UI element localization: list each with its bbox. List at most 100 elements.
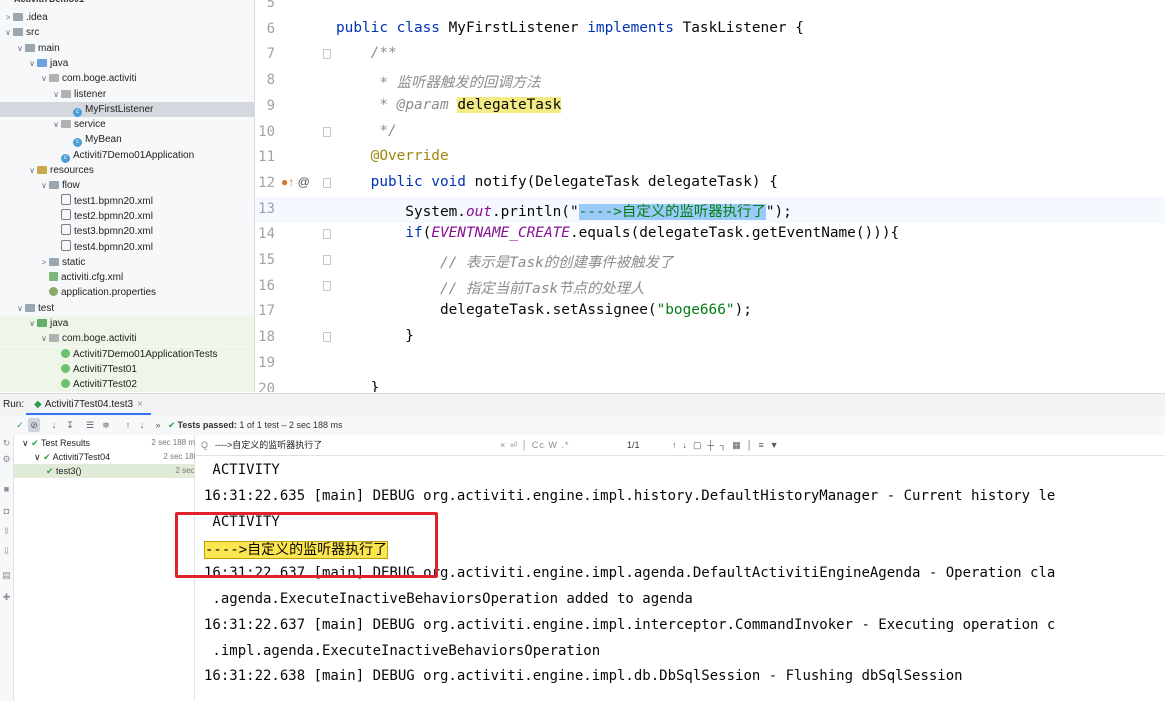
- rerun-icon[interactable]: ↻: [2, 439, 11, 448]
- prev-failed-icon[interactable]: ↑: [122, 418, 134, 432]
- tree-item[interactable]: ∨ test: [0, 301, 254, 316]
- tree-item[interactable]: c Activiti7Demo01Application: [0, 148, 254, 163]
- code-line[interactable]: 5: [255, 0, 1165, 17]
- tree-item[interactable]: ∨ java: [0, 56, 254, 71]
- show-ignored-icon[interactable]: ⊘: [28, 418, 40, 432]
- test-tree-item[interactable]: ∨ ✔ Test Results 2 sec 188 ms: [14, 436, 202, 450]
- next-failed-icon[interactable]: ↓: [136, 418, 148, 432]
- tree-item[interactable]: test1.bpmn20.xml: [0, 193, 254, 209]
- chevron-right-icon[interactable]: >: [3, 10, 13, 25]
- code-line[interactable]: 15 // 表示是Task的创建事件被触发了: [255, 248, 1165, 274]
- chevron-down-icon[interactable]: ∨: [51, 117, 61, 132]
- tree-item[interactable]: application.properties: [0, 285, 254, 300]
- search-navigation-icons[interactable]: ↑↓▢┼┐▦│≡▼: [672, 435, 785, 455]
- tree-item[interactable]: c MyBean: [0, 132, 254, 148]
- tree-item[interactable]: activiti.cfg.xml: [0, 270, 254, 285]
- tree-item[interactable]: > .idea: [0, 10, 254, 25]
- tree-item[interactable]: ∨ src: [0, 25, 254, 40]
- code-line[interactable]: 17 delegateTask.setAssignee("boge666");: [255, 299, 1165, 325]
- code-token: /**: [336, 45, 397, 62]
- code-text: /**: [336, 45, 397, 61]
- expand-all-icon[interactable]: ☰: [84, 418, 96, 432]
- camera-icon[interactable]: ◘: [2, 507, 11, 516]
- chevron-down-icon[interactable]: ∨: [34, 452, 43, 462]
- chevron-down-icon[interactable]: ∨: [27, 316, 37, 331]
- code-line[interactable]: 6 public class MyFirstListener implements…: [255, 17, 1165, 43]
- code-line[interactable]: 13 System.out.println("---->自定义的监听器执行了")…: [255, 196, 1165, 223]
- chevron-down-icon[interactable]: ∨: [39, 331, 49, 346]
- tree-item[interactable]: test4.bpmn20.xml: [0, 239, 254, 255]
- pkg-icon: [49, 334, 59, 343]
- chevron-right-icon[interactable]: >: [39, 255, 49, 270]
- export-icon[interactable]: ⇪: [2, 527, 11, 536]
- show-passed-icon[interactable]: ✓: [14, 418, 26, 432]
- code-text: @Override: [336, 148, 449, 164]
- chevron-down-icon[interactable]: ∨: [51, 87, 61, 102]
- search-options-icons[interactable]: × ⏎ │ Cc W .*: [500, 435, 569, 455]
- code-line[interactable]: 12 ●↑ @ public void notify(DelegateTask d…: [255, 171, 1165, 197]
- fold-marker-icon[interactable]: [323, 177, 331, 188]
- pin-icon[interactable]: ✚: [2, 593, 11, 602]
- chevron-down-icon[interactable]: ∨: [3, 25, 13, 40]
- tree-item[interactable]: Activiti7Demo01ApplicationTests: [0, 346, 254, 362]
- tree-item[interactable]: > static: [0, 255, 254, 270]
- fold-marker-icon[interactable]: [323, 126, 331, 137]
- code-line[interactable]: 14 if(EVENTNAME_CREATE.equals(delegateTa…: [255, 222, 1165, 248]
- fold-marker-icon[interactable]: [323, 229, 331, 240]
- collapse-all-icon[interactable]: ≑: [100, 418, 112, 432]
- code-line[interactable]: 19: [255, 351, 1165, 377]
- tree-item-label: java: [50, 57, 69, 69]
- tree-item-label: Activiti7Test01: [73, 363, 137, 375]
- tree-item[interactable]: c MyFirstListener: [0, 101, 254, 117]
- code-line[interactable]: 11 @Override: [255, 145, 1165, 171]
- import-icon[interactable]: ⇩: [2, 547, 11, 556]
- code-line[interactable]: 20 }: [255, 377, 1165, 393]
- console-output[interactable]: ACTIVITY 16:31:22.635 [main] DEBUG org.ac…: [195, 456, 1165, 701]
- code-text: if(EVENTNAME_CREATE.equals(delegateTask.…: [336, 225, 899, 241]
- tree-item[interactable]: Activiti7Test01: [0, 361, 254, 377]
- chevron-down-icon[interactable]: ∨: [39, 71, 49, 86]
- tree-item[interactable]: ∨ com.boge.activiti: [0, 71, 254, 86]
- code-line[interactable]: 7 /**: [255, 42, 1165, 68]
- chevron-down-icon[interactable]: ∨: [27, 163, 37, 178]
- print-icon[interactable]: ▤: [2, 571, 11, 580]
- chevron-down-icon[interactable]: ∨: [15, 301, 25, 316]
- test-dir-icon: [37, 319, 47, 327]
- tree-item[interactable]: Activiti7Test02: [0, 377, 254, 392]
- settings-icon[interactable]: ⚙: [2, 455, 11, 464]
- chevron-down-icon[interactable]: ∨: [22, 438, 31, 448]
- tree-item[interactable]: ∨ com.boge.activiti: [0, 331, 254, 347]
- tree-item[interactable]: test2.bpmn20.xml: [0, 208, 254, 224]
- code-line[interactable]: 8 * 监听器触发的回调方法: [255, 68, 1165, 94]
- code-editor[interactable]: 5 6 public class MyFirstListener implement…: [255, 0, 1165, 392]
- code-token: }: [336, 379, 380, 393]
- fold-marker-icon[interactable]: [323, 280, 331, 291]
- run-tab[interactable]: ◆ Activiti7Test04.test3 ×: [26, 397, 151, 415]
- sort-alpha-icon[interactable]: ↓: [48, 418, 60, 432]
- code-line[interactable]: 16 // 指定当前Task节点的处理人: [255, 274, 1165, 300]
- close-icon[interactable]: ×: [137, 399, 143, 410]
- chevron-down-icon[interactable]: ∨: [39, 178, 49, 193]
- chevron-down-icon[interactable]: ∨: [15, 41, 25, 56]
- code-line[interactable]: 10 */: [255, 120, 1165, 146]
- fold-marker-icon[interactable]: [323, 332, 331, 343]
- search-input[interactable]: ---->自定义的监听器执行了: [215, 435, 322, 455]
- chevron-down-icon[interactable]: ∨: [27, 56, 37, 71]
- stop-icon[interactable]: ■: [2, 485, 11, 494]
- tree-item[interactable]: test3.bpmn20.xml: [0, 224, 254, 239]
- override-gutter-icons[interactable]: ●↑ @: [281, 175, 310, 189]
- tree-item[interactable]: ∨ service: [0, 117, 254, 132]
- sort-duration-icon[interactable]: ↧: [64, 418, 76, 432]
- implements-icon[interactable]: ●↑: [281, 175, 294, 189]
- tree-item[interactable]: ∨ flow: [0, 178, 254, 193]
- tree-item[interactable]: ∨ main: [0, 41, 254, 56]
- tree-item[interactable]: ∨ java: [0, 316, 254, 331]
- tree-item[interactable]: ∨ listener: [0, 87, 254, 102]
- tree-item[interactable]: ∨ resources: [0, 163, 254, 178]
- fold-marker-icon[interactable]: [323, 255, 331, 265]
- more-icon[interactable]: »: [152, 418, 164, 432]
- fold-marker-icon[interactable]: [323, 49, 331, 60]
- code-line[interactable]: 9 * @param delegateTask: [255, 94, 1165, 120]
- code-line[interactable]: 18 }: [255, 325, 1165, 351]
- test-tree-item[interactable]: ∨ ✔ Activiti7Test04 2 sec 188 ms: [14, 450, 214, 464]
